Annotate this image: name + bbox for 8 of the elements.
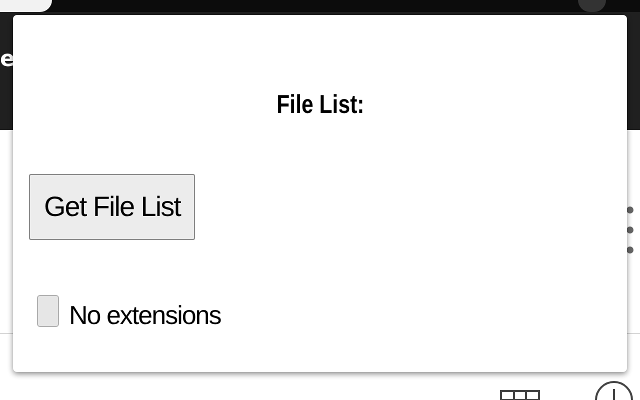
tab-shape (0, 0, 52, 12)
get-file-list-button[interactable]: Get File List (29, 174, 196, 240)
popup-title: File List: (276, 88, 364, 121)
checkbox[interactable] (37, 294, 59, 326)
more-icon (626, 206, 634, 254)
checkbox-label: No extensions (69, 299, 221, 332)
toolbar-text: e (0, 46, 15, 74)
grid-icon (500, 390, 540, 400)
